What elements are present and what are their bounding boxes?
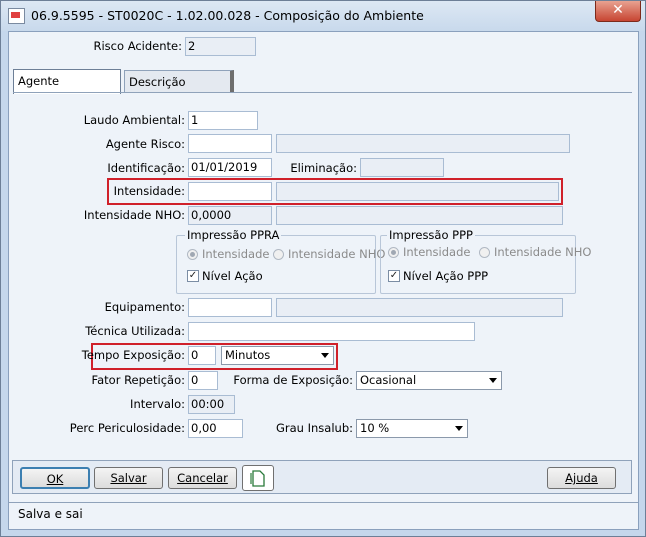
ppra-intensidade-radio[interactable] — [187, 249, 198, 260]
ppp-nivel-acao-checkbox[interactable]: ✓ — [388, 270, 400, 282]
fator-repeticao-input[interactable]: 0 — [188, 371, 218, 390]
cancelar-button[interactable]: Cancelar — [168, 467, 237, 489]
equipamento-label: Equipamento: — [104, 300, 185, 314]
ppra-nivel-acao-checkbox[interactable]: ✓ — [187, 270, 199, 282]
ppp-group: Impressão PPP Intensidade Intensidade NH… — [380, 228, 591, 294]
intervalo-label: Intervalo: — [130, 397, 185, 411]
ppra-group: Impressão PPRA Intensidade Intensidade N… — [176, 228, 385, 294]
forma-exposicao-select[interactable]: Ocasional — [356, 371, 502, 390]
ajuda-button[interactable]: Ajuda — [547, 467, 616, 489]
tab-descricao[interactable]: Descrição — [124, 70, 234, 92]
app-icon — [8, 8, 25, 24]
equipamento-description — [276, 298, 563, 317]
ok-button[interactable]: OK — [20, 467, 90, 489]
risco-acidente-label: Risco Acidente: — [93, 39, 183, 53]
grau-insalub-label: Grau Insalub: — [275, 421, 353, 435]
identificacao-input[interactable]: 01/01/2019 — [188, 158, 272, 177]
tecnica-input[interactable] — [188, 322, 475, 341]
eliminacao-label: Eliminação: — [290, 161, 357, 175]
intensidade-nho-label: Intensidade NHO: — [83, 208, 185, 222]
identificacao-label: Identificação: — [107, 161, 185, 175]
tab-descricao-label: Descrição — [129, 75, 186, 89]
intensidade-label: Intensidade: — [113, 184, 185, 198]
salvar-button[interactable]: Salvar — [94, 467, 163, 489]
forma-exposicao-label: Forma de Exposição: — [233, 373, 353, 387]
tempo-unit-value: Minutos — [225, 348, 271, 362]
title-bar: 06.9.5595 - ST0020C - 1.02.00.028 - Comp… — [1, 1, 645, 31]
agente-risco-label: Agente Risco: — [105, 137, 185, 151]
chevron-down-icon — [321, 353, 329, 358]
forma-exposicao-value: Ocasional — [360, 373, 417, 387]
app-window: 06.9.5595 - ST0020C - 1.02.00.028 - Comp… — [0, 0, 646, 537]
ppp-intensidade-nho-label: Intensidade NHO — [494, 245, 592, 259]
ppp-intensidade-nho-radio[interactable] — [479, 247, 490, 258]
equipamento-input[interactable] — [188, 298, 272, 317]
tab-agente-label: Agente — [18, 74, 60, 88]
chevron-down-icon — [489, 378, 497, 383]
intensidade-description — [276, 182, 559, 201]
ppra-intensidade-nho-radio[interactable] — [273, 249, 284, 260]
ppp-intensidade-label: Intensidade — [403, 245, 471, 259]
intervalo-input[interactable]: 00:00 — [188, 395, 235, 414]
laudo-input[interactable]: 1 — [188, 111, 258, 130]
grau-insalub-select[interactable]: 10 % — [356, 419, 468, 438]
tab-agente[interactable]: Agente — [13, 69, 121, 94]
perc-periculosidade-input[interactable]: 0,00 — [188, 419, 243, 438]
risco-acidente-field: 2 — [185, 37, 256, 56]
close-button[interactable]: ✕ — [595, 1, 641, 22]
tecnica-label: Técnica Utilizada: — [85, 324, 185, 338]
perc-periculosidade-label: Perc Periculosidade: — [69, 421, 185, 435]
ppra-title: Impressão PPRA — [185, 228, 282, 242]
agente-risco-input[interactable] — [188, 134, 272, 153]
client-area: Risco Acidente: 2 Agente Descrição Laudo… — [8, 31, 639, 530]
ppra-intensidade-nho-label: Intensidade NHO — [288, 247, 386, 261]
laudo-label: Laudo Ambiental: — [83, 113, 185, 127]
intensidade-input[interactable] — [188, 182, 272, 201]
tempo-exposicao-label: Tempo Exposição: — [81, 348, 185, 362]
chevron-down-icon — [455, 426, 463, 431]
tab-divider — [13, 92, 632, 93]
ppra-intensidade-label: Intensidade — [202, 247, 270, 261]
status-text: Salva e sai — [18, 507, 83, 521]
status-divider — [9, 502, 638, 503]
ppra-nivel-acao-label: Nível Ação — [202, 269, 263, 283]
document-button[interactable] — [242, 465, 274, 491]
intensidade-nho-input[interactable]: 0,0000 — [188, 206, 272, 225]
tempo-exposicao-input[interactable]: 0 — [188, 346, 216, 365]
tempo-unit-select[interactable]: Minutos — [221, 346, 334, 365]
fator-repeticao-label: Fator Repetição: — [91, 373, 185, 387]
eliminacao-input[interactable] — [360, 158, 444, 177]
ppp-nivel-acao-label: Nível Ação PPP — [403, 269, 489, 283]
agente-risco-description — [276, 134, 570, 153]
grau-insalub-value: 10 % — [360, 421, 390, 435]
document-icon — [250, 470, 265, 487]
intensidade-nho-description — [276, 206, 563, 225]
ppp-title: Impressão PPP — [387, 228, 475, 242]
window-title: 06.9.5595 - ST0020C - 1.02.00.028 - Comp… — [31, 8, 424, 23]
ppp-intensidade-radio[interactable] — [388, 247, 399, 258]
